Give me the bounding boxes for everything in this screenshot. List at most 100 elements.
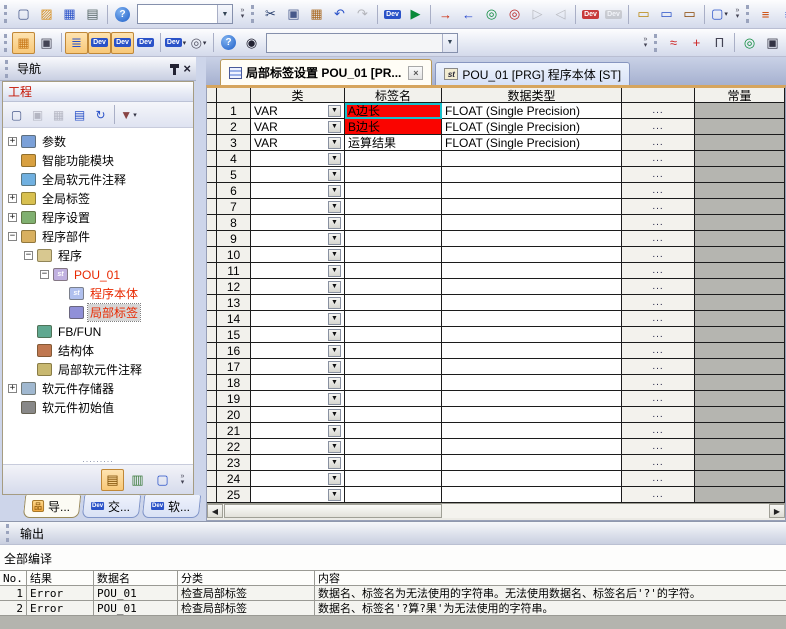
row-gutter[interactable]	[207, 327, 217, 343]
row-number[interactable]: 16	[217, 343, 251, 359]
program-check-icon[interactable]: ▶	[404, 3, 427, 25]
tree-item-fbfun[interactable]: FB/FUN	[8, 322, 193, 341]
row-number[interactable]: 21	[217, 423, 251, 439]
data-type-cell[interactable]	[442, 487, 622, 503]
class-cell[interactable]: ▼	[251, 167, 345, 183]
trend-graph-icon[interactable]: ≈	[662, 32, 685, 54]
cut-icon[interactable]: ✂	[259, 3, 282, 25]
row-gutter[interactable]	[207, 167, 217, 183]
chevron-down-icon[interactable]: ▼	[328, 329, 341, 341]
row-gutter[interactable]	[207, 407, 217, 423]
detail-button[interactable]: ...	[622, 343, 695, 359]
detail-button[interactable]: ...	[622, 183, 695, 199]
data-type-cell[interactable]	[442, 263, 622, 279]
row-number[interactable]: 5	[217, 167, 251, 183]
copy-icon[interactable]: ▣	[282, 3, 305, 25]
row-number[interactable]: 8	[217, 215, 251, 231]
navigation-window-icon[interactable]: ▦	[12, 32, 35, 54]
chevron-down-icon[interactable]: ▼	[328, 217, 341, 229]
detail-button[interactable]: ...	[622, 407, 695, 423]
verify-with-plc-icon[interactable]: ◎	[480, 3, 503, 25]
chevron-down-icon[interactable]: ▼	[328, 105, 341, 117]
detail-button[interactable]: ...	[622, 487, 695, 503]
label-name-cell[interactable]	[345, 311, 442, 327]
delete-row-icon[interactable]: ≡	[777, 3, 786, 25]
insert-row-icon[interactable]: ≡	[754, 3, 777, 25]
chevron-down-icon[interactable]: ▼	[328, 425, 341, 437]
toolbar-grip-icon[interactable]	[4, 34, 8, 52]
undo-icon[interactable]: ↶	[328, 3, 351, 25]
row-number[interactable]: 4	[217, 151, 251, 167]
toolbar-overflow-icon[interactable]: »▾	[176, 474, 189, 486]
device-watch-2-icon[interactable]: Dev	[111, 32, 134, 54]
project-view-icon[interactable]: ▤	[101, 469, 124, 491]
refresh-icon[interactable]: ↻	[90, 105, 111, 125]
row-number[interactable]: 17	[217, 359, 251, 375]
chevron-down-icon[interactable]: ▼	[328, 265, 341, 277]
chevron-down-icon[interactable]: ▼	[328, 121, 341, 133]
project-header[interactable]: 工程	[3, 82, 193, 102]
data-type-cell[interactable]	[442, 151, 622, 167]
row-gutter[interactable]	[207, 279, 217, 295]
scroll-left-icon[interactable]: ◀	[207, 504, 223, 518]
data-type-cell[interactable]	[442, 295, 622, 311]
chevron-down-icon[interactable]: ▼	[328, 297, 341, 309]
label-name-cell[interactable]	[345, 359, 442, 375]
row-gutter[interactable]	[207, 135, 217, 151]
row-gutter[interactable]	[207, 487, 217, 503]
quick-access-combobox[interactable]: ▼	[137, 4, 233, 24]
dock-tab-[interactable]: 品导...	[23, 495, 81, 518]
device-comment-icon[interactable]: ▭	[632, 3, 655, 25]
row-gutter[interactable]	[207, 247, 217, 263]
timing-chart-icon[interactable]: Π	[708, 32, 731, 54]
data-property-icon[interactable]: ▤	[69, 105, 90, 125]
data-type-cell[interactable]	[442, 343, 622, 359]
class-cell[interactable]: ▼	[251, 247, 345, 263]
data-type-cell[interactable]	[442, 439, 622, 455]
row-number[interactable]: 1	[217, 103, 251, 119]
toolbar-grip-icon[interactable]	[4, 5, 8, 23]
snapshot-icon[interactable]: ▣	[761, 32, 784, 54]
chevron-down-icon[interactable]: ▼	[328, 393, 341, 405]
chevron-down-icon[interactable]: ▼	[328, 441, 341, 453]
start-monitor-icon[interactable]: Dev	[579, 3, 602, 25]
label-name-cell[interactable]	[345, 231, 442, 247]
class-cell[interactable]: ▼	[251, 359, 345, 375]
toolbar-overflow-icon[interactable]: »▾	[236, 8, 249, 20]
row-gutter[interactable]	[207, 423, 217, 439]
chevron-down-icon[interactable]: ▼	[328, 473, 341, 485]
chevron-down-icon[interactable]: ▼	[328, 457, 341, 469]
detail-button[interactable]: ...	[622, 119, 695, 135]
row-gutter[interactable]	[207, 103, 217, 119]
document-tab[interactable]: 局部标签设置 POU_01 [PR...×	[220, 59, 432, 85]
chevron-down-icon[interactable]: ▼	[328, 201, 341, 213]
help-2-icon[interactable]: ?	[217, 32, 240, 54]
row-gutter[interactable]	[207, 119, 217, 135]
detail-button[interactable]: ...	[622, 247, 695, 263]
class-cell[interactable]: ▼	[251, 231, 345, 247]
detail-button[interactable]: ...	[622, 311, 695, 327]
chevron-down-icon[interactable]: ▼	[328, 345, 341, 357]
toolbar-grip-icon[interactable]	[251, 5, 255, 23]
row-number[interactable]: 22	[217, 439, 251, 455]
chevron-down-icon[interactable]: ▼	[328, 281, 341, 293]
collapse-icon[interactable]: −	[8, 232, 17, 241]
horizontal-scrollbar[interactable]: ◀ ▶	[207, 503, 785, 518]
row-gutter[interactable]	[207, 343, 217, 359]
detail-button[interactable]: ...	[622, 359, 695, 375]
class-cell[interactable]: ▼	[251, 199, 345, 215]
row-gutter[interactable]	[207, 183, 217, 199]
row-number[interactable]: 19	[217, 391, 251, 407]
label-name-cell[interactable]	[345, 471, 442, 487]
label-name-cell[interactable]	[345, 167, 442, 183]
class-cell[interactable]: ▼	[251, 407, 345, 423]
find-target-combobox[interactable]: ▼	[266, 33, 458, 53]
row-number[interactable]: 15	[217, 327, 251, 343]
pin-icon[interactable]	[170, 64, 179, 75]
expand-icon[interactable]: +	[8, 213, 17, 222]
read-from-plc-icon[interactable]: ←	[457, 3, 480, 25]
label-name-cell[interactable]	[345, 487, 442, 503]
tree-item-[interactable]: −程序	[8, 246, 193, 265]
user-library-icon[interactable]: ▥	[126, 469, 149, 491]
data-type-cell[interactable]	[442, 375, 622, 391]
